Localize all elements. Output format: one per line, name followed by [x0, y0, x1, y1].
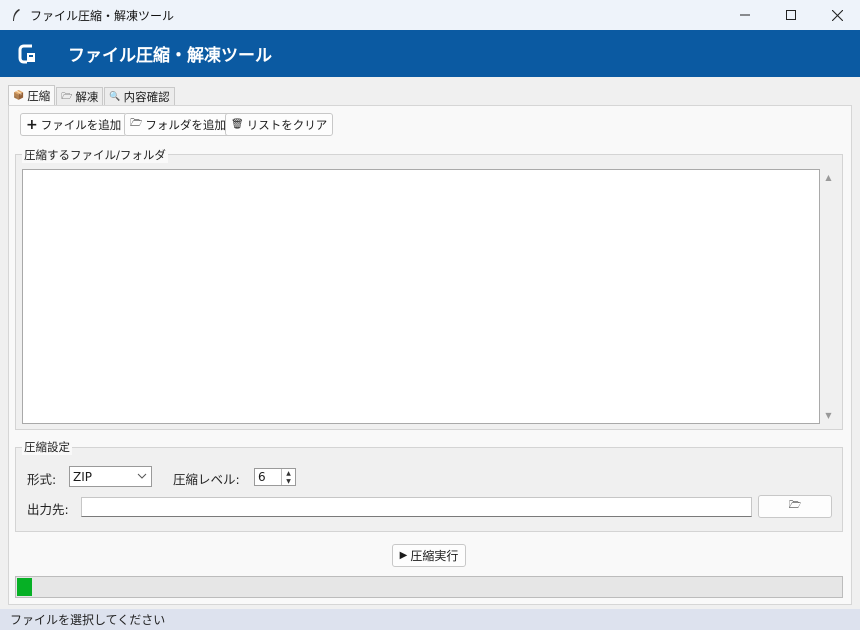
folder-open-icon: 🗁: [788, 500, 802, 511]
files-group-label: 圧縮するファイル/フォルダ: [22, 147, 168, 163]
clear-list-label: リストをクリア: [246, 117, 328, 132]
folder-open-icon: 🗁: [130, 118, 143, 129]
browse-output-button[interactable]: 🗁: [758, 495, 832, 518]
plus-icon: +: [26, 116, 38, 133]
format-select[interactable]: ZIP: [69, 466, 152, 487]
output-label: 出力先:: [27, 502, 69, 517]
level-value: 6: [258, 470, 266, 484]
title-bar: ファイル圧縮・解凍ツール: [0, 0, 860, 30]
header-banner: ファイル圧縮・解凍ツール: [0, 30, 860, 77]
chevron-down-icon: [137, 469, 147, 486]
scroll-up-icon[interactable]: ▲: [820, 169, 837, 186]
header-title: ファイル圧縮・解凍ツール: [68, 46, 272, 66]
status-text: ファイルを選択してください: [10, 613, 166, 627]
spin-down-icon[interactable]: ▼: [282, 477, 295, 485]
output-path-field[interactable]: [81, 497, 752, 517]
add-files-button[interactable]: + ファイルを追加: [20, 113, 128, 136]
package-logo-icon: [18, 43, 38, 65]
trash-icon: 🗑: [231, 119, 244, 130]
tab-inspect[interactable]: 🔍 内容確認: [104, 87, 175, 106]
tab-label: 圧縮: [27, 89, 51, 103]
magnifier-icon: 🔍: [109, 92, 121, 102]
close-button[interactable]: [814, 0, 860, 30]
maximize-button[interactable]: [768, 0, 814, 30]
add-folder-button[interactable]: 🗁 フォルダを追加: [124, 113, 232, 136]
settings-group-label: 圧縮設定: [22, 439, 72, 455]
folder-open-icon: 🗁: [61, 92, 73, 102]
format-label: 形式:: [27, 472, 57, 487]
settings-groupbox: [15, 447, 843, 532]
tab-label: 解凍: [75, 90, 99, 104]
file-list-scrollbar[interactable]: ▲ ▼: [820, 169, 837, 424]
level-spinbox[interactable]: 6 ▲ ▼: [254, 468, 296, 486]
add-files-label: ファイルを追加: [40, 117, 122, 132]
spin-buttons: ▲ ▼: [281, 469, 295, 485]
tab-extract[interactable]: 🗁 解凍: [56, 87, 104, 106]
tab-compress[interactable]: 📦 圧縮: [8, 85, 56, 106]
box-icon: 📦: [13, 91, 25, 101]
file-listbox[interactable]: [22, 169, 820, 424]
scroll-down-icon[interactable]: ▼: [820, 407, 837, 424]
feather-app-icon: [8, 7, 24, 23]
play-icon: ▶: [399, 550, 408, 561]
spin-up-icon[interactable]: ▲: [282, 469, 295, 477]
run-label: 圧縮実行: [410, 549, 459, 563]
add-folder-label: フォルダを追加: [145, 117, 226, 132]
window-title: ファイル圧縮・解凍ツール: [30, 8, 175, 23]
tab-bar: 📦 圧縮 🗁 解凍 🔍 内容確認: [8, 85, 176, 106]
progress-fill: [16, 577, 33, 597]
minimize-button[interactable]: [722, 0, 768, 30]
progress-bar: [15, 576, 843, 598]
format-value: ZIP: [73, 469, 92, 484]
tab-label: 内容確認: [123, 90, 170, 104]
level-label: 圧縮レベル:: [173, 472, 240, 487]
clear-list-button[interactable]: 🗑 リストをクリア: [225, 113, 334, 136]
compress-run-button[interactable]: ▶ 圧縮実行: [392, 544, 466, 567]
status-bar: ファイルを選択してください: [0, 609, 860, 630]
